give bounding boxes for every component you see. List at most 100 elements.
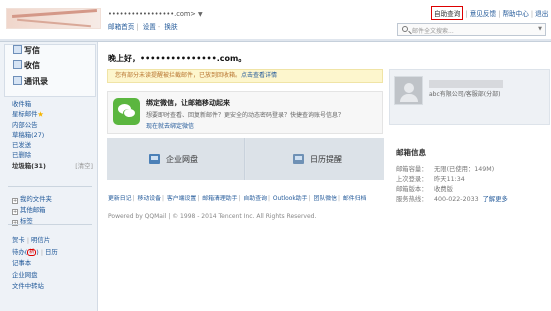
my-folders-section[interactable]: + 我的文件夹 (12, 194, 52, 204)
search-icon (402, 26, 408, 32)
self-query-link[interactable]: 自助查询 (431, 6, 464, 20)
bind-description: 想要即时查看、回复新邮件？更安全的动态密码登录？快捷查询账号信息？ (146, 112, 345, 119)
tool-todo[interactable]: 待办(新) (12, 248, 39, 256)
app-tiles: 企业网盘 日历提醒 (107, 138, 384, 180)
contacts-icon (13, 76, 22, 85)
change-skin-link[interactable]: 换肤 (164, 23, 177, 31)
sidebar-divider (8, 186, 92, 187)
top-right-links: 自助查询 | 意见反馈 | 帮助中心 | 退出 (431, 6, 548, 20)
profile-company: abc有限公司/客服部(分部) (429, 91, 501, 98)
write-button[interactable]: 写信 (13, 45, 40, 57)
new-badge: 新 (27, 248, 37, 256)
last-login-row: 上次登录： 昨天11:34 (396, 174, 550, 184)
write-icon (13, 45, 22, 54)
search-placeholder: 邮件全文搜索... (412, 28, 454, 35)
footer-link-self-query[interactable]: 自助查询 (243, 196, 267, 202)
sidebar-divider (8, 224, 92, 225)
folder-deleted[interactable]: 已删除 (12, 150, 95, 160)
clear-junk-button[interactable]: [清空] (75, 161, 93, 171)
calendar-label: 日历提醒 (310, 155, 342, 164)
hotline-row: 服务热线： 400-022-2033 了解更多 (396, 194, 550, 204)
receive-button[interactable]: 收信 (13, 60, 40, 72)
tool-card[interactable]: 贺卡 (12, 236, 25, 244)
folder-drafts[interactable]: 草稿箱(27) (12, 130, 95, 140)
top-bar: •••••••••••••••••.com> ▼ 邮箱首页 | 设置 - 换肤 自助… (0, 0, 551, 38)
expand-icon: + (12, 209, 18, 215)
profile-card: abc有限公司/客服部(分部) (389, 69, 550, 125)
hotline-value: 400-022-2033 (434, 196, 479, 203)
version-label: 邮箱版本： (396, 186, 428, 193)
todo-label: 待办 (12, 247, 25, 256)
notice-bar: 您有部分未读提醒被拦截邮件，已放到回收箱。点击查看详情 (107, 69, 383, 83)
mail-info-panel: 邮箱信息 邮箱容量： 无限(已使用：149M) 上次登录： 昨天11:34 邮箱版本… (389, 147, 550, 204)
receive-icon (13, 60, 22, 69)
capacity-value: 无限(已使用：149M) (434, 166, 495, 173)
feedback-link[interactable]: 意见反馈 (470, 10, 496, 18)
version-row: 邮箱版本： 收费版 (396, 184, 550, 194)
folder-junk[interactable]: 垃圾箱(31) [清空] (12, 161, 95, 171)
junk-label: 垃圾箱(31) (12, 161, 46, 170)
tool-transfer[interactable]: 文件中转站 (12, 282, 44, 290)
footer-link-clean[interactable]: 邮箱清理助手 (202, 196, 237, 202)
notice-link[interactable]: 点击查看详情 (241, 72, 277, 79)
account-selector[interactable]: •••••••••••••••••.com> ▼ (108, 10, 203, 18)
contacts-button[interactable]: 通讯录 (13, 76, 48, 88)
avatar[interactable] (394, 76, 423, 105)
capacity-row: 邮箱容量： 无限(已使用：149M) (396, 164, 550, 174)
folder-inbox[interactable]: 收件箱 (12, 99, 95, 109)
learn-more-link[interactable]: 了解更多 (483, 196, 508, 203)
tool-postcard[interactable]: 明信片 (31, 236, 50, 244)
help-center-link[interactable]: 帮助中心 (502, 10, 528, 18)
search-input[interactable]: 邮件全文搜索... ▼ (397, 23, 546, 36)
profile-name (429, 80, 503, 88)
wechat-icon (113, 98, 140, 125)
brand-logo (6, 8, 101, 29)
calendar-icon (293, 154, 304, 164)
footer-link-client[interactable]: 客户端设置 (167, 196, 196, 202)
tool-calendar[interactable]: 日历 (45, 248, 58, 256)
account-address: •••••••••••••••••.com> (108, 10, 196, 18)
header-sub-links: 邮箱首页 | 设置 - 换肤 (108, 23, 178, 31)
search-dropdown-icon[interactable]: ▼ (538, 26, 542, 32)
my-folders-label: 我的文件夹 (20, 195, 52, 203)
tool-netdisk[interactable]: 企业网盘 (12, 271, 38, 279)
bind-title: 绑定微信，让邮箱移动起来 (146, 99, 230, 107)
write-label: 写信 (24, 46, 40, 55)
folder-list: 收件箱 星标邮件 内部公告 草稿箱(27) 已发送 已删除 垃圾箱(31) [清空… (12, 99, 95, 171)
other-mailboxes-label: 其他邮箱 (20, 206, 46, 214)
mail-info-title: 邮箱信息 (396, 148, 426, 157)
footer-link-archive[interactable]: 邮件归档 (343, 196, 367, 202)
bind-wechat-link[interactable]: 现在就去绑定微信 (146, 121, 194, 130)
netdisk-tile[interactable]: 企业网盘 (107, 138, 245, 180)
logout-link[interactable]: 退出 (535, 10, 548, 18)
main-content: 晚上好，•••••••••••••••.com。 您有部分未读提醒被拦截邮件，已… (99, 42, 551, 311)
star-icon (37, 111, 44, 117)
version-value: 收费版 (434, 186, 453, 193)
other-mailboxes-section[interactable]: + 其他邮箱 (12, 205, 46, 215)
wechat-bind-panel: 绑定微信，让邮箱移动起来 想要即时查看、回复新邮件？更安全的动态密码登录？快捷查… (107, 91, 383, 134)
qq-mail-window: •••••••••••••••••.com> ▼ 邮箱首页 | 设置 - 换肤 自助… (0, 0, 551, 311)
receive-label: 收信 (24, 61, 40, 70)
last-login-value: 昨天11:34 (434, 176, 465, 183)
contacts-label: 通讯录 (24, 77, 48, 86)
chevron-down-icon[interactable]: ▼ (198, 11, 203, 18)
footer-link-outlook[interactable]: Outlook助手 (273, 196, 308, 202)
notice-text: 您有部分未读提醒被拦截邮件，已放到回收箱。 (115, 72, 242, 79)
folder-sent[interactable]: 已发送 (12, 140, 95, 150)
last-login-label: 上次登录： (396, 176, 428, 183)
starred-label: 星标邮件 (12, 110, 38, 119)
mailbox-home-link[interactable]: 邮箱首页 (108, 23, 134, 31)
hotline-label: 服务热线： (396, 196, 428, 203)
footer-links: 更新日记| 移动设备| 客户端设置| 邮箱清理助手| 自助查询| Outlook… (108, 196, 367, 202)
footer-link-update-log[interactable]: 更新日记 (108, 196, 132, 202)
settings-link[interactable]: 设置 (143, 23, 156, 31)
tool-notes[interactable]: 记事本 (12, 259, 31, 267)
expand-icon: + (12, 220, 18, 226)
calendar-tile[interactable]: 日历提醒 (246, 138, 384, 180)
copyright-text: Powered by QQMail | © 1998 - 2014 Tencen… (108, 213, 317, 220)
folder-starred[interactable]: 星标邮件 (12, 109, 95, 119)
footer-link-wechat[interactable]: 团队微信 (313, 196, 337, 202)
tools-list: 贺卡 | 明信片 待办(新) | 日历 记事本 企业网盘 文件中转站 (12, 236, 58, 290)
folder-internal[interactable]: 内部公告 (12, 120, 95, 130)
footer-link-mobile[interactable]: 移动设备 (137, 196, 161, 202)
